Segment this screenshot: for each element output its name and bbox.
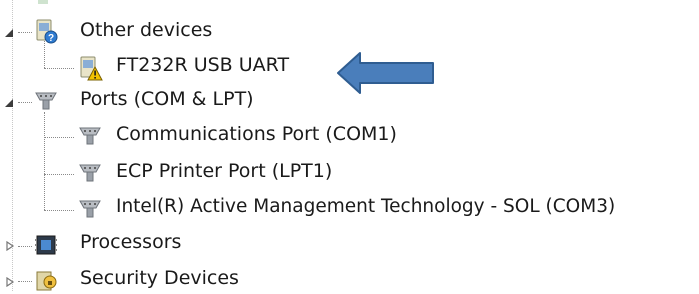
tree-guide-line [44, 68, 74, 69]
ft232r-label: FT232R USB UART [116, 54, 290, 76]
other-devices-label: Other devices [80, 19, 213, 41]
processors-label: Processors [80, 231, 182, 253]
tree-guide-line [44, 174, 74, 175]
processor-icon [35, 235, 57, 255]
unknown-device-icon: ? [36, 19, 58, 44]
tree-guide-line [18, 102, 32, 103]
tree-guide-line [44, 112, 45, 210]
warning-device-icon [80, 56, 103, 81]
tree-guide-line [18, 246, 32, 247]
partial-row-remnant [38, 0, 48, 4]
pointer-arrow-icon [337, 52, 434, 94]
security-device-icon [36, 271, 57, 291]
tree-guide-line [18, 32, 32, 33]
tree-guide-line [44, 137, 74, 138]
com3-label: Intel(R) Active Management Technology - … [116, 196, 616, 217]
port-connector-icon [79, 127, 101, 145]
security-devices-label: Security Devices [80, 267, 239, 289]
com1-label: Communications Port (COM1) [116, 123, 397, 145]
device-manager-tree: ? Other devices FT232R USB UART Ports (C… [0, 0, 699, 291]
ports-label: Ports (COM & LPT) [80, 88, 254, 110]
tree-guide-line [44, 210, 74, 211]
port-connector-icon [35, 92, 57, 110]
collapse-triangle-icon[interactable] [4, 28, 14, 38]
port-connector-icon [79, 200, 101, 218]
port-connector-icon [79, 164, 101, 182]
svg-text:?: ? [48, 33, 54, 44]
lpt1-label: ECP Printer Port (LPT1) [116, 160, 333, 182]
tree-guide-line [18, 281, 32, 282]
collapse-triangle-icon[interactable] [4, 98, 14, 108]
expand-triangle-icon[interactable] [5, 277, 15, 287]
expand-triangle-icon[interactable] [5, 241, 15, 251]
